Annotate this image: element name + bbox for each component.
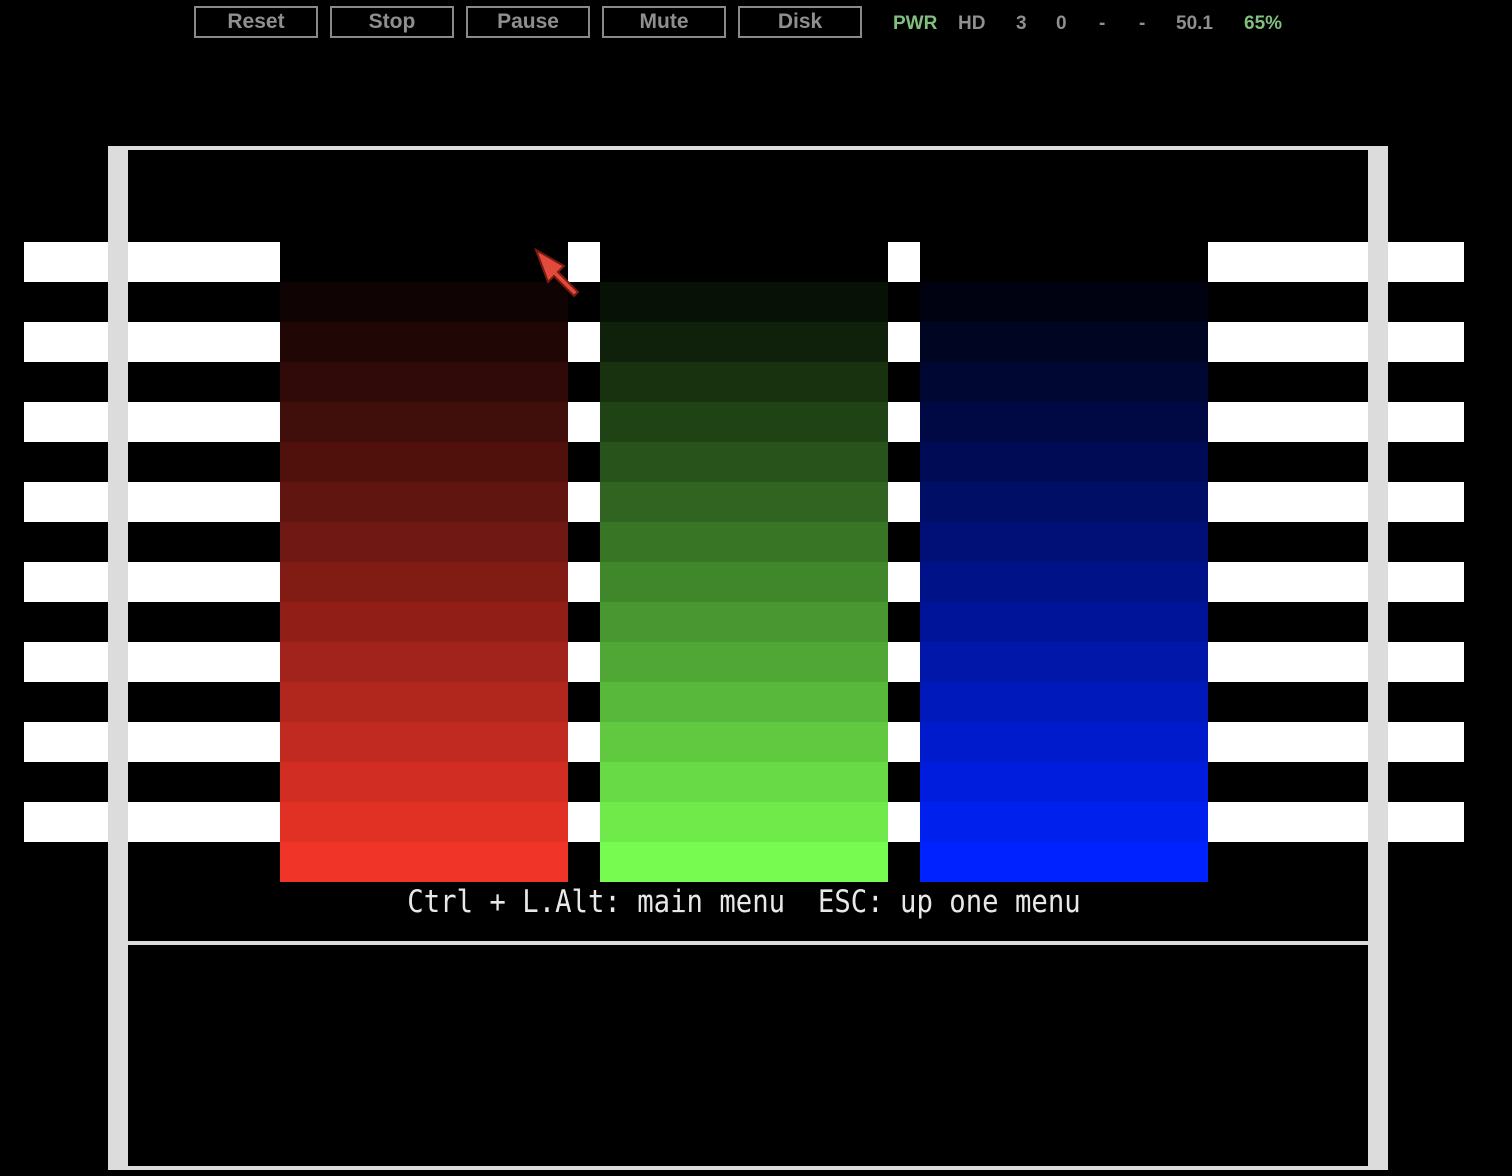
green-shade-step <box>600 762 888 802</box>
blue-shade-step <box>920 802 1208 842</box>
green-shade-step <box>600 402 888 442</box>
blue-gradient-column <box>920 282 1208 882</box>
green-shade-step <box>600 562 888 602</box>
green-shade-step <box>600 442 888 482</box>
red-shade-step <box>280 562 568 602</box>
blue-shade-step <box>920 442 1208 482</box>
red-shade-step <box>280 522 568 562</box>
green-shade-step <box>600 602 888 642</box>
red-shade-step <box>280 402 568 442</box>
red-shade-step <box>280 842 568 882</box>
red-shade-step <box>280 362 568 402</box>
red-shade-step <box>280 282 568 322</box>
blue-shade-step <box>920 762 1208 802</box>
green-shade-step <box>600 362 888 402</box>
blue-shade-step <box>920 842 1208 882</box>
red-shade-step <box>280 642 568 682</box>
blue-shade-step <box>920 282 1208 322</box>
mouse-pointer-icon <box>534 247 580 298</box>
green-gradient-column <box>600 282 888 882</box>
green-shade-step <box>600 642 888 682</box>
pause-button[interactable]: Pause <box>466 6 590 38</box>
disk-button[interactable]: Disk <box>738 6 862 38</box>
blue-shade-step <box>920 722 1208 762</box>
red-shade-step <box>280 682 568 722</box>
reset-button[interactable]: Reset <box>194 6 318 38</box>
green-shade-step <box>600 842 888 882</box>
red-shade-step <box>280 602 568 642</box>
blue-shade-step <box>920 602 1208 642</box>
blue-shade-step <box>920 522 1208 562</box>
status-value-3: - <box>1099 13 1106 34</box>
green-shade-step <box>600 522 888 562</box>
hd-indicator: HD <box>958 13 986 34</box>
blue-shade-step <box>920 482 1208 522</box>
red-shade-step <box>280 322 568 362</box>
stop-button[interactable]: Stop <box>330 6 454 38</box>
power-indicator: PWR <box>893 13 938 34</box>
red-shade-step <box>280 762 568 802</box>
status-value-1: 3 <box>1016 13 1027 34</box>
red-shade-step <box>280 802 568 842</box>
blue-shade-step <box>920 562 1208 602</box>
red-shade-step <box>280 442 568 482</box>
speed-readout: 65% <box>1244 13 1283 34</box>
status-value-2: 0 <box>1056 13 1067 34</box>
mute-button[interactable]: Mute <box>602 6 726 38</box>
blue-shade-step <box>920 642 1208 682</box>
blue-shade-step <box>920 682 1208 722</box>
fps-readout: 50.1 <box>1176 13 1213 34</box>
green-shade-step <box>600 682 888 722</box>
emulator-toolbar: Reset Stop Pause Mute Disk PWR HD 3 0 - … <box>0 0 1512 48</box>
red-shade-step <box>280 482 568 522</box>
green-shade-step <box>600 802 888 842</box>
red-shade-step <box>280 722 568 762</box>
red-gradient-column <box>280 282 568 882</box>
blue-shade-step <box>920 362 1208 402</box>
green-shade-step <box>600 322 888 362</box>
green-shade-step <box>600 722 888 762</box>
status-value-4: - <box>1139 13 1146 34</box>
green-shade-step <box>600 482 888 522</box>
green-shade-step <box>600 282 888 322</box>
blue-shade-step <box>920 322 1208 362</box>
menu-hint-text: Ctrl + L.Alt: main menu ESC: up one menu <box>407 884 1081 920</box>
blue-shade-step <box>920 402 1208 442</box>
